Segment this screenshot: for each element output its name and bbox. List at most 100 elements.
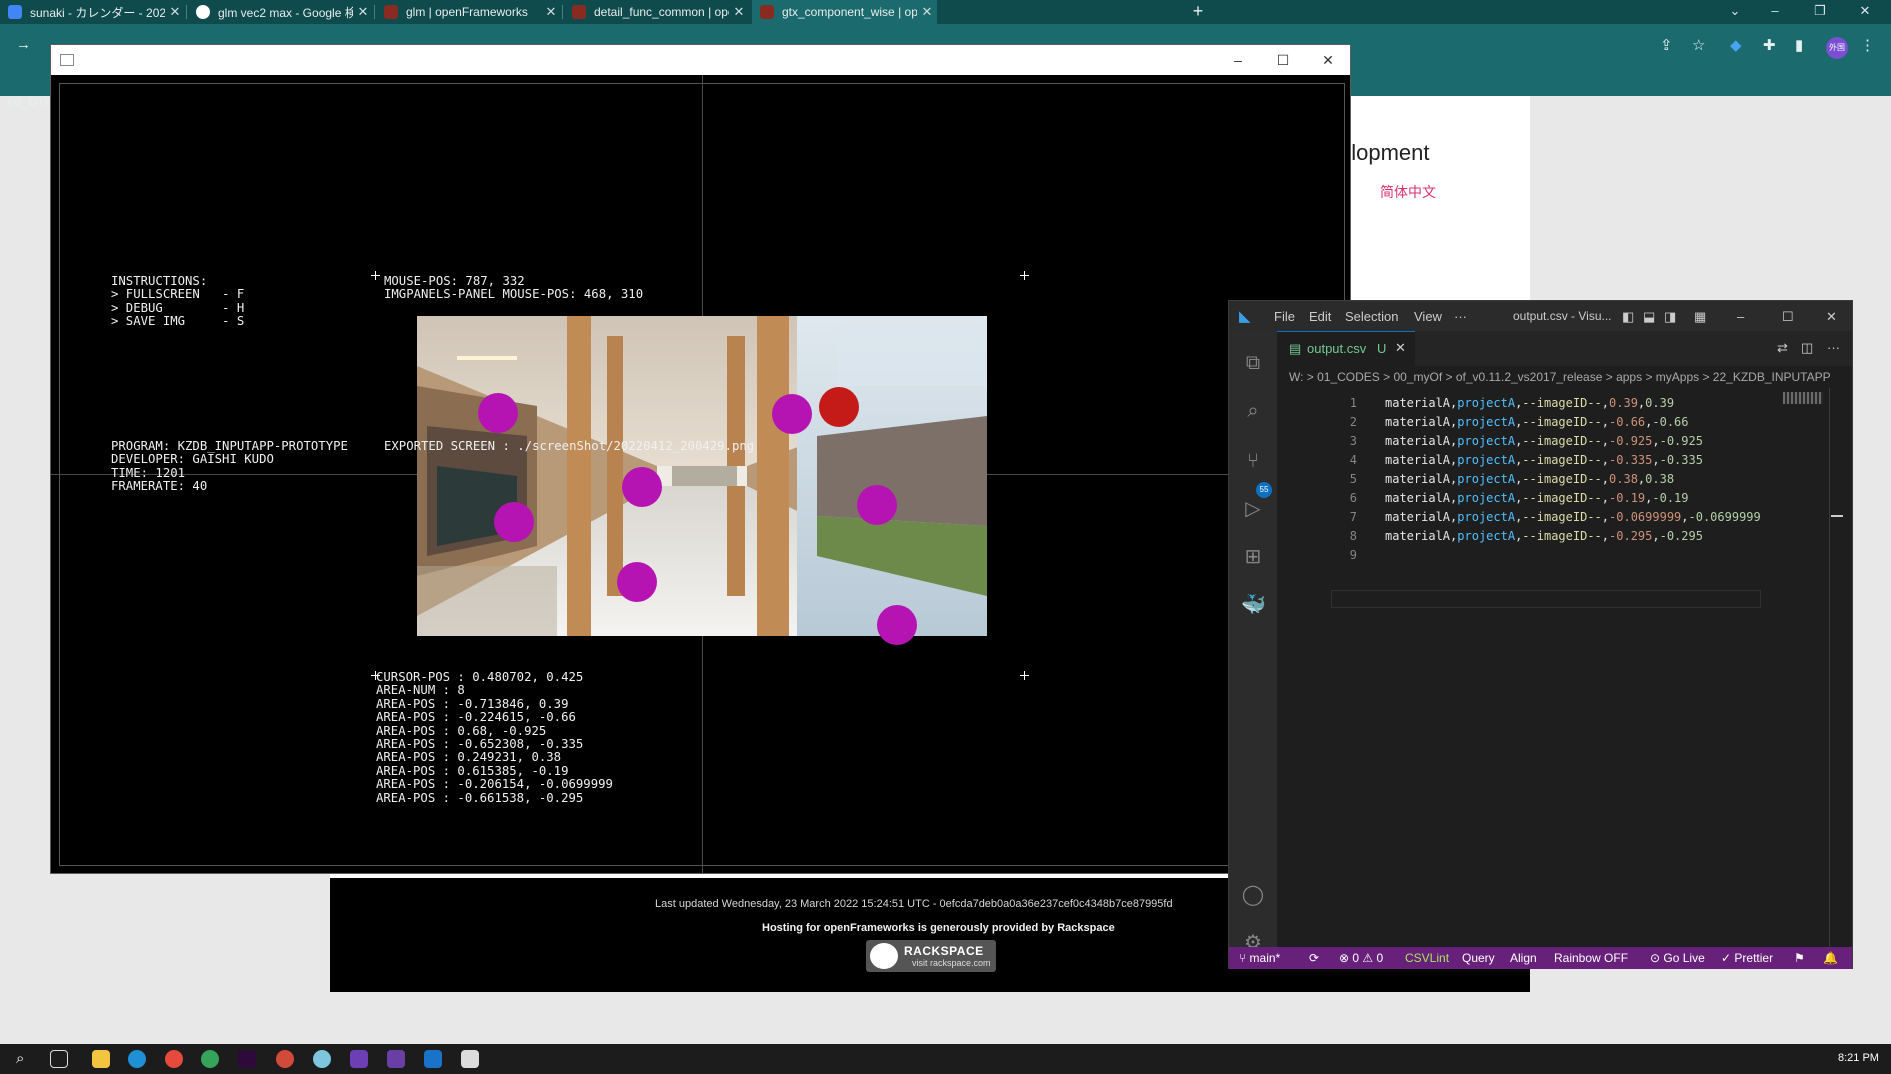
run-debug-icon[interactable]: ▷ (1241, 497, 1265, 521)
maximize-button[interactable]: ☐ (1263, 48, 1303, 72)
browser-tab[interactable]: glm vec2 max - Google 検索✕ (188, 0, 373, 24)
menu-file[interactable]: File (1274, 309, 1295, 324)
menu-view[interactable]: View (1414, 309, 1442, 324)
query-status[interactable]: Query (1462, 951, 1495, 965)
minimize-button[interactable]: – (1760, 0, 1790, 24)
share-icon[interactable]: ⇪ (1660, 36, 1673, 54)
area-marker[interactable] (494, 502, 534, 542)
problems-status[interactable]: ⊗ 0 ⚠ 0 (1339, 951, 1383, 965)
menu-more[interactable]: ··· (1454, 309, 1467, 324)
close-window-button[interactable]: ✕ (1850, 0, 1880, 24)
rainbow-status[interactable]: Rainbow OFF (1554, 951, 1628, 965)
more-actions-icon[interactable]: ··· (1827, 340, 1840, 355)
sync-icon[interactable]: ⟳ (1309, 951, 1319, 965)
code-editor[interactable]: 1 materialA,projectA,--imageID--,0.39,0.3… (1277, 388, 1852, 947)
toggle-secondary-sidebar-icon[interactable]: ◨ (1664, 309, 1676, 325)
area-marker[interactable] (622, 467, 662, 507)
search-icon[interactable]: ⌕ (16, 1050, 34, 1068)
branch-status[interactable]: ⑂ main* (1239, 951, 1280, 965)
rackspace-logo[interactable]: RACKSPACE visit rackspace.com (866, 940, 996, 972)
sidebar-icon[interactable]: ▮ (1795, 36, 1803, 54)
terminal-icon[interactable] (387, 1050, 405, 1068)
calendar-icon (8, 5, 22, 19)
close-icon[interactable]: ✕ (1395, 340, 1406, 356)
visual-studio-icon[interactable] (350, 1050, 368, 1068)
chrome-profile-icon[interactable] (276, 1050, 294, 1068)
source-control-icon[interactable]: ⑂ (1241, 449, 1265, 473)
code-line[interactable]: materialA,projectA,--imageID--,-0.925,-0… (1385, 434, 1703, 448)
code-line[interactable]: materialA,projectA,--imageID--,-0.19,-0.… (1385, 491, 1689, 505)
close-icon[interactable]: ✕ (165, 4, 185, 20)
panorama-image[interactable] (417, 316, 987, 636)
area-marker[interactable] (617, 562, 657, 602)
notifications-bell-icon[interactable]: 🔔 (1823, 951, 1838, 965)
puzzle-icon[interactable]: ✚ (1763, 36, 1776, 54)
app-icon[interactable] (313, 1050, 331, 1068)
search-icon[interactable]: ⌕ (1241, 399, 1265, 423)
code-line[interactable]: materialA,projectA,--imageID--,-0.295,-0… (1385, 529, 1703, 543)
avatar[interactable]: 外国 (1826, 37, 1848, 59)
customize-layout-icon[interactable]: ▦ (1694, 309, 1706, 325)
slack-icon[interactable] (201, 1050, 219, 1068)
chrome-icon[interactable] (165, 1050, 183, 1068)
area-marker[interactable] (877, 605, 917, 645)
feedback-icon[interactable]: ⚑ (1794, 951, 1805, 965)
minimize-button[interactable]: – (1737, 309, 1744, 324)
browser-tab[interactable]: sunaki - カレンダー - 2022年 4月 10✕ (0, 0, 185, 24)
of-app-icon[interactable] (461, 1050, 479, 1068)
code-line[interactable]: materialA,projectA,--imageID--,-0.069999… (1385, 510, 1761, 524)
go-live-button[interactable]: ⊙ Go Live (1650, 951, 1705, 965)
breadcrumb[interactable]: W: > 01_CODES > 00_myOf > of_v0.11.2_vs2… (1277, 366, 1852, 388)
extension-gem-icon[interactable]: ◆ (1730, 36, 1742, 54)
menu-selection[interactable]: Selection (1345, 309, 1398, 324)
language-link-chinese[interactable]: 简体中文 (1380, 182, 1436, 202)
restore-button[interactable]: ❐ (1805, 0, 1835, 24)
bookmark-folder[interactable]: 00_OTH (8, 95, 53, 109)
minimize-button[interactable]: – (1218, 48, 1258, 72)
area-marker[interactable] (478, 393, 518, 433)
prettier-status[interactable]: ✓ Prettier (1721, 951, 1773, 965)
toggle-panel-icon[interactable]: ⬓ (1643, 309, 1655, 325)
explorer-icon[interactable]: ⧉ (1241, 351, 1265, 375)
menu-edit[interactable]: Edit (1309, 309, 1331, 324)
close-icon[interactable]: ✕ (541, 4, 561, 20)
minimap[interactable] (1783, 392, 1823, 404)
close-button[interactable]: ✕ (1308, 48, 1348, 72)
area-marker[interactable] (772, 394, 812, 434)
edge-icon[interactable] (128, 1050, 146, 1068)
file-explorer-icon[interactable] (92, 1050, 110, 1068)
star-icon[interactable]: ☆ (1692, 36, 1705, 54)
close-icon[interactable]: ✕ (353, 4, 373, 20)
close-icon[interactable]: ✕ (729, 4, 749, 20)
split-editor-icon[interactable]: ◫ (1801, 340, 1813, 356)
scrollbar-track[interactable] (1829, 388, 1830, 947)
cursor-marker[interactable] (819, 387, 859, 427)
align-status[interactable]: Align (1510, 951, 1537, 965)
docker-icon[interactable]: 🐳 (1241, 593, 1266, 617)
task-view-icon[interactable] (50, 1050, 68, 1068)
menu-dots-icon[interactable]: ⋮ (1860, 36, 1875, 54)
account-icon[interactable]: ◯ (1241, 883, 1265, 907)
browser-tab[interactable]: detail_func_common | openFram✕ (564, 0, 749, 24)
code-line[interactable]: materialA,projectA,--imageID--,0.39,0.39 (1385, 396, 1674, 410)
compare-icon[interactable]: ⇄ (1777, 340, 1788, 356)
new-tab-button[interactable]: + (1188, 0, 1208, 24)
code-line[interactable]: materialA,projectA,--imageID--,-0.66,-0.… (1385, 415, 1689, 429)
tab-output-csv[interactable]: ▤ output.csv U ✕ (1277, 331, 1415, 366)
tab-search-icon[interactable]: ⌄ (1720, 0, 1750, 24)
extensions-icon[interactable]: ⊞ (1241, 545, 1265, 569)
toggle-sidebar-icon[interactable]: ◧ (1622, 309, 1634, 325)
csvlint-status[interactable]: CSVLint (1405, 951, 1449, 965)
forward-arrow-icon[interactable]: → (16, 36, 31, 53)
of-canvas[interactable]: INSTRUCTIONS: > FULLSCREEN - F > DEBUG -… (51, 75, 1350, 873)
vscode-icon[interactable] (424, 1050, 442, 1068)
adobe-xd-icon[interactable] (238, 1050, 256, 1068)
close-button[interactable]: ✕ (1826, 309, 1837, 325)
area-marker[interactable] (857, 485, 897, 525)
close-icon[interactable]: ✕ (917, 4, 937, 20)
browser-tab-active[interactable]: gtx_component_wise | openFram✕ (752, 0, 937, 24)
code-line[interactable]: materialA,projectA,--imageID--,-0.335,-0… (1385, 453, 1703, 467)
maximize-button[interactable]: ☐ (1782, 309, 1794, 325)
code-line[interactable]: materialA,projectA,--imageID--,0.38,0.38 (1385, 472, 1674, 486)
browser-tab[interactable]: glm | openFrameworks ✕ (376, 0, 561, 24)
